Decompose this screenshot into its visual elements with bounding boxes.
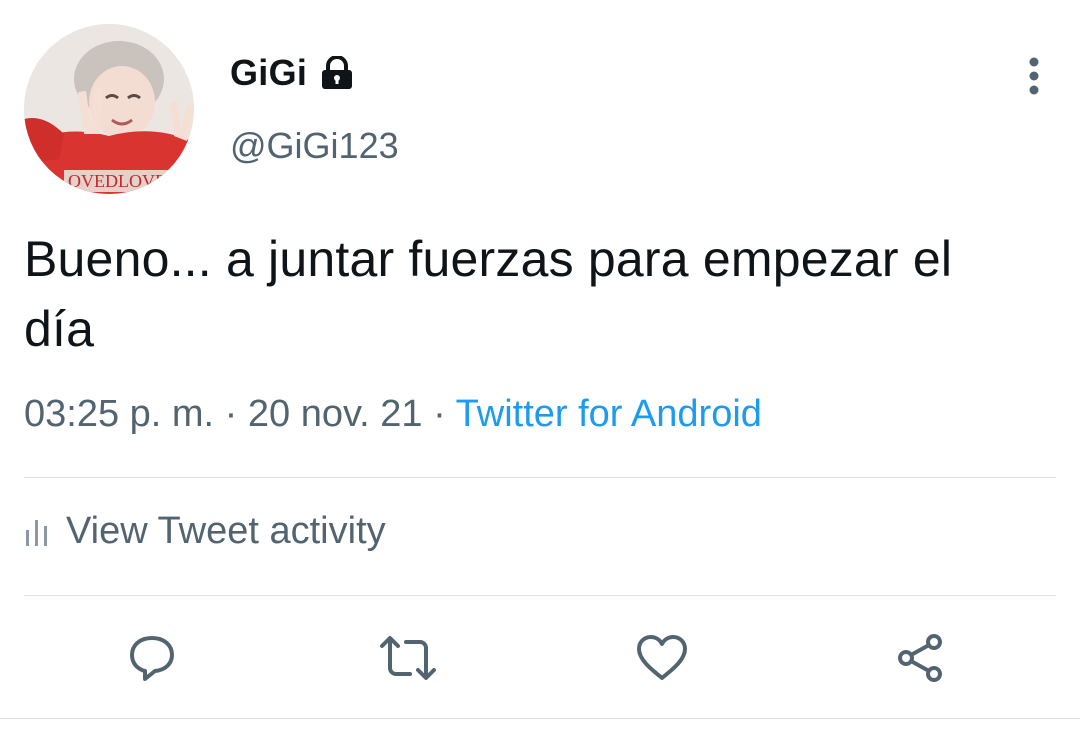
share-icon bbox=[898, 634, 942, 682]
avatar[interactable]: OVEDLOVE bbox=[24, 24, 194, 194]
more-vertical-icon bbox=[1029, 57, 1039, 95]
tweet-meta: 03:25 p. m. · 20 nov. 21 · Twitter for A… bbox=[24, 393, 762, 436]
avatar-shirt-text: OVEDLOVE bbox=[68, 171, 166, 191]
tweet-date[interactable]: 20 nov. 21 bbox=[248, 393, 423, 435]
reply-button[interactable] bbox=[122, 628, 182, 688]
tweet-actions-bar bbox=[0, 628, 1080, 688]
tweet-source-link[interactable]: Twitter for Android bbox=[456, 393, 762, 435]
more-options-button[interactable] bbox=[1014, 54, 1054, 98]
display-name[interactable]: GiGi bbox=[230, 52, 307, 94]
user-name-row[interactable]: GiGi bbox=[230, 52, 355, 94]
retweet-icon bbox=[380, 636, 436, 680]
heart-icon bbox=[637, 635, 687, 680]
reply-icon bbox=[130, 636, 174, 681]
bar-chart-icon bbox=[26, 519, 47, 546]
user-handle[interactable]: @GiGi123 bbox=[230, 125, 399, 167]
share-button[interactable] bbox=[890, 628, 950, 688]
divider bbox=[24, 595, 1056, 596]
tweet-text: Bueno... a juntar fuerzas para empezar e… bbox=[24, 231, 953, 357]
view-tweet-activity-button[interactable]: View Tweet activity bbox=[24, 510, 386, 553]
meta-separator: · bbox=[422, 393, 456, 435]
avatar-image: OVEDLOVE bbox=[24, 24, 194, 194]
tweet-time[interactable]: 03:25 p. m. bbox=[24, 393, 214, 435]
retweet-button[interactable] bbox=[378, 628, 438, 688]
divider bbox=[0, 718, 1080, 719]
divider bbox=[24, 477, 1056, 478]
lock-icon bbox=[319, 56, 355, 90]
view-tweet-activity-label: View Tweet activity bbox=[66, 510, 386, 552]
meta-separator: · bbox=[214, 393, 248, 435]
like-button[interactable] bbox=[632, 628, 692, 688]
